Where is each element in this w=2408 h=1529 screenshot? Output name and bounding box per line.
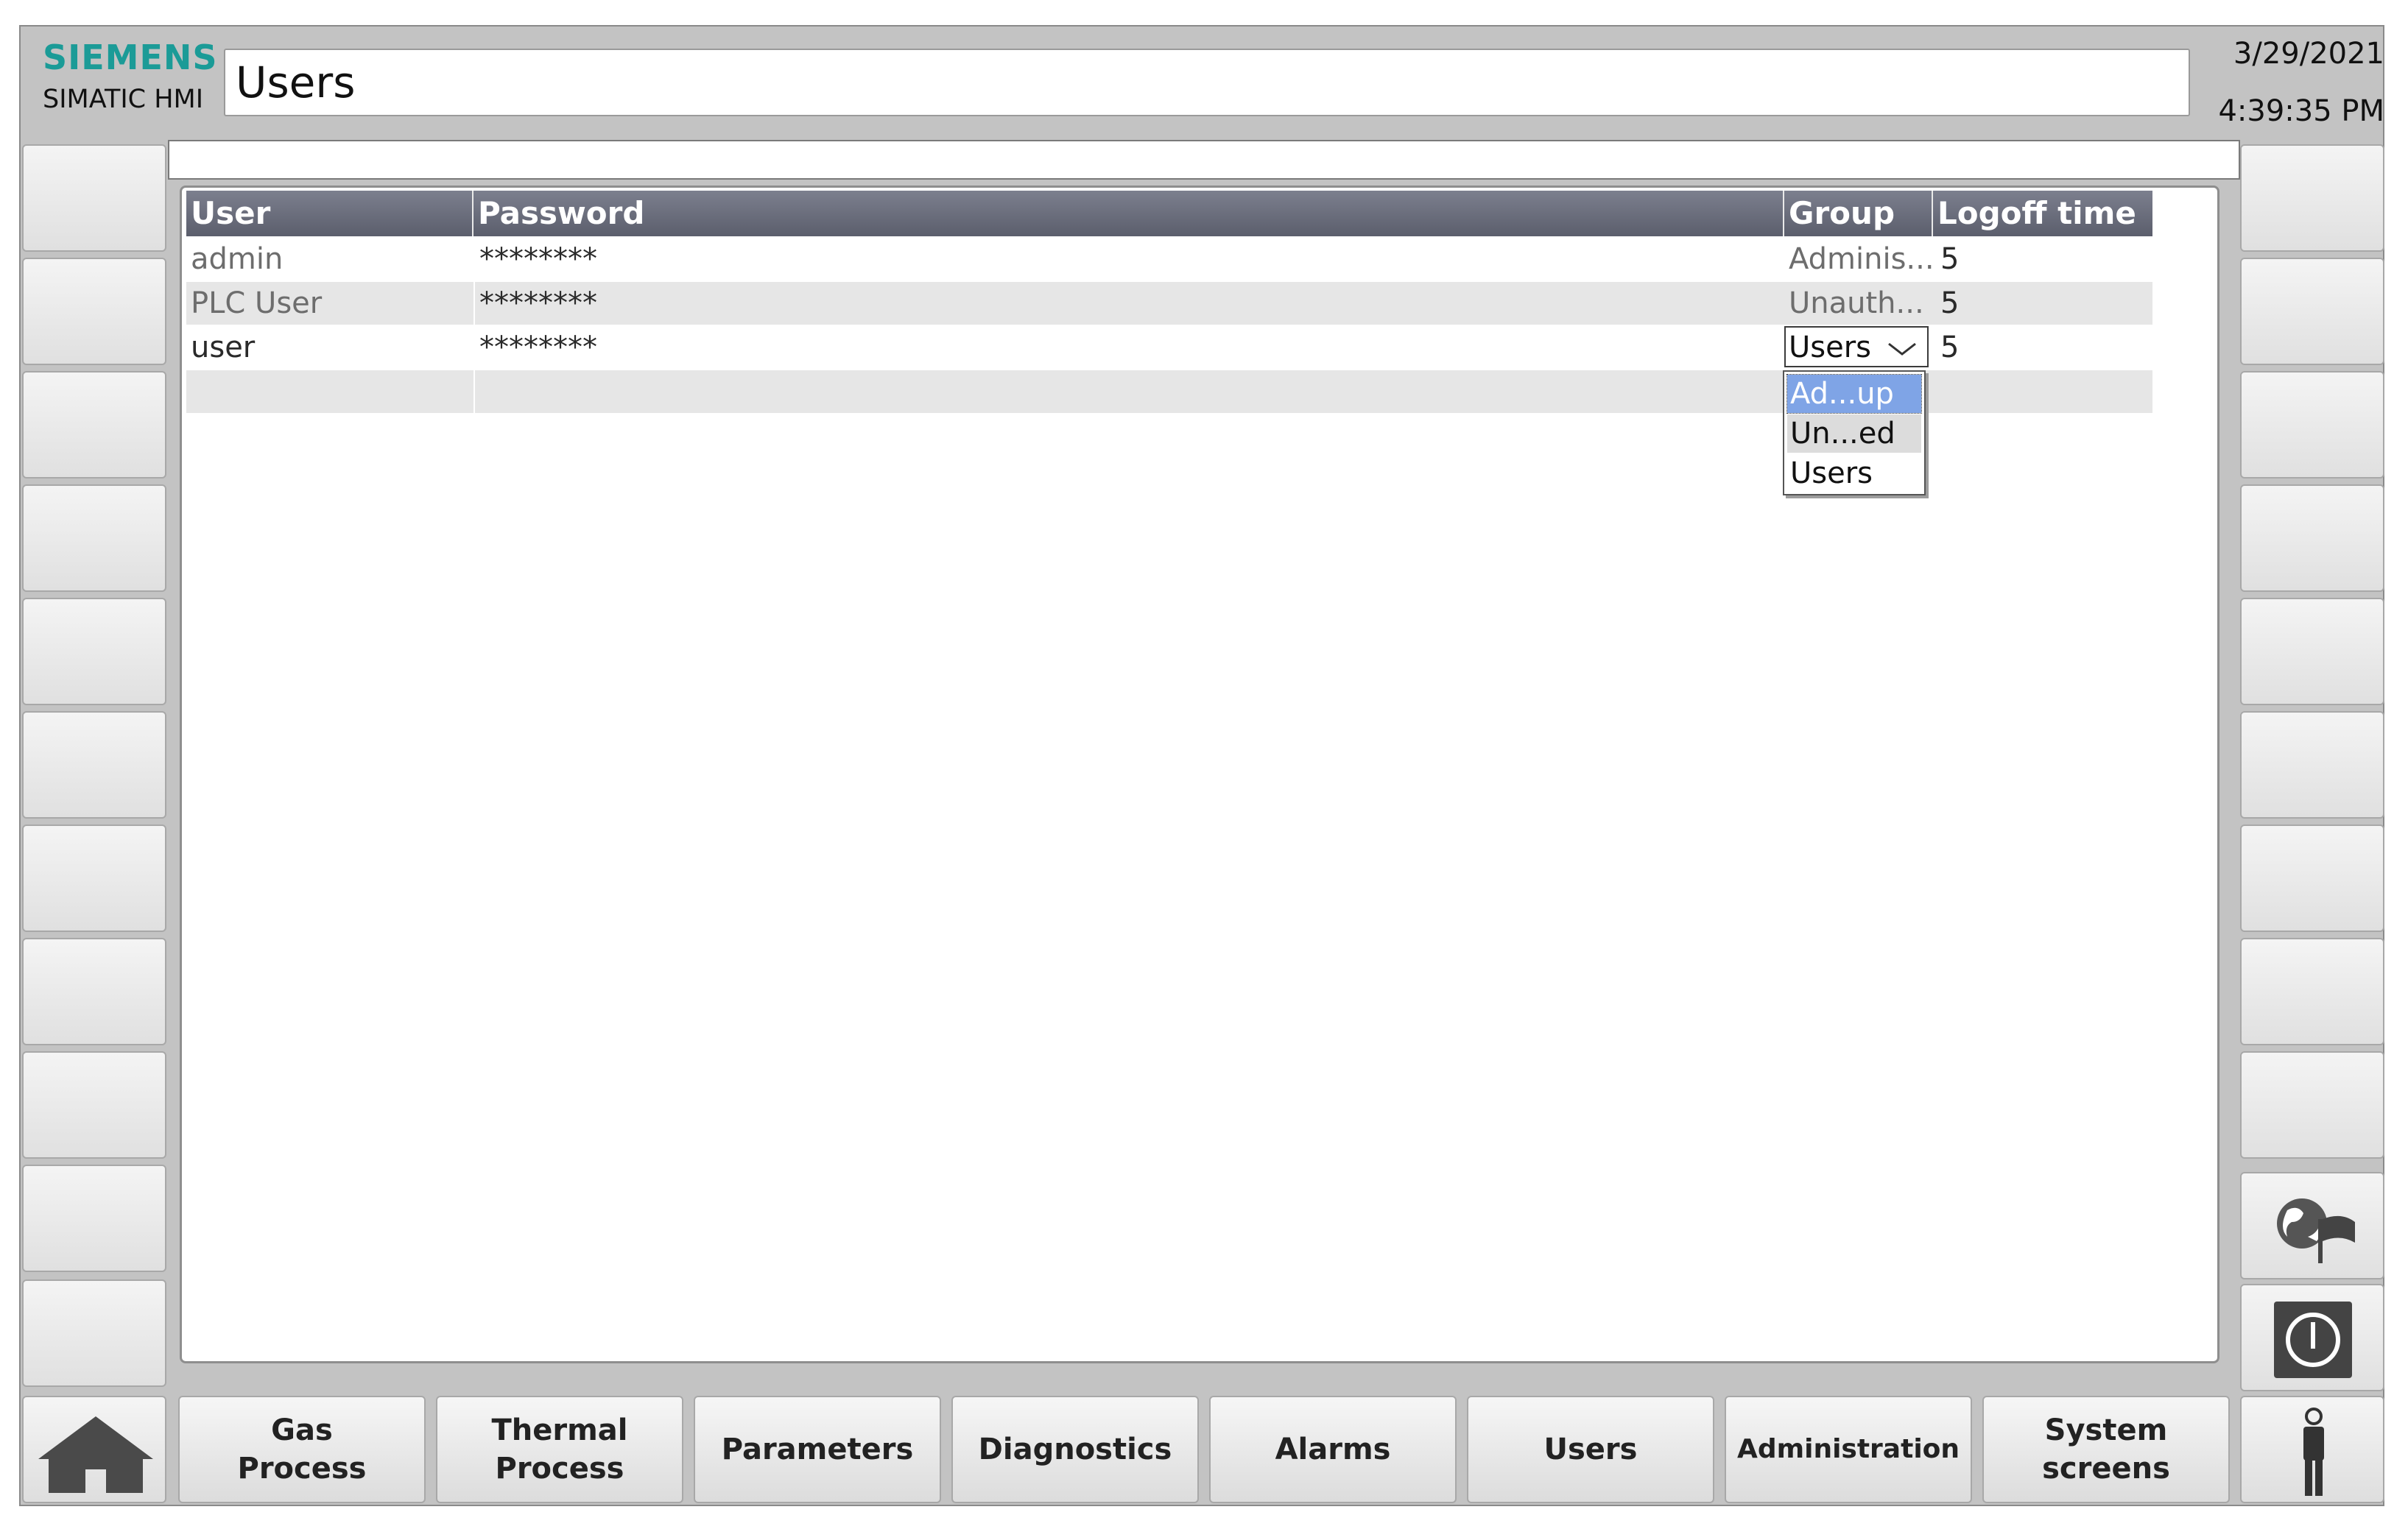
- cell-logoff-time[interactable]: 5: [1936, 238, 2152, 280]
- function-key-f3[interactable]: [22, 371, 166, 479]
- table-row[interactable]: PLC User ******** Unauth... 5: [186, 282, 2152, 325]
- group-dropdown-value: Users: [1789, 331, 1872, 364]
- cell-user[interactable]: PLC User: [186, 282, 473, 325]
- function-key-f5[interactable]: [22, 598, 166, 705]
- user-view: User Password Group Logoff time admin **…: [180, 186, 2219, 1363]
- function-key-r1[interactable]: [2240, 144, 2384, 252]
- cell-password[interactable]: ********: [473, 326, 1784, 369]
- nav-system-screens-button[interactable]: System screens: [1982, 1396, 2230, 1503]
- home-button[interactable]: [22, 1396, 166, 1503]
- nav-button-label: Administration: [1736, 1434, 1960, 1464]
- function-key-r8[interactable]: [2240, 938, 2384, 1045]
- nav-button-label: Diagnostics: [978, 1433, 1172, 1466]
- function-key-f8[interactable]: [22, 938, 166, 1045]
- table-row[interactable]: user ******** Users 5: [186, 326, 2152, 369]
- function-key-f2[interactable]: [22, 258, 166, 365]
- function-key-r9[interactable]: [2240, 1051, 2384, 1159]
- function-key-f9[interactable]: [22, 1051, 166, 1159]
- group-dropdown[interactable]: Users: [1784, 326, 1929, 367]
- column-user[interactable]: User: [186, 191, 473, 236]
- screen-title: Users: [224, 49, 2190, 116]
- globe-flag-icon: [2277, 1198, 2355, 1263]
- table-header: User Password Group Logoff time: [186, 191, 2152, 236]
- person-icon: [2303, 1408, 2324, 1496]
- cell-password[interactable]: ********: [473, 238, 1784, 280]
- cell-logoff-time[interactable]: 5: [1936, 326, 2152, 369]
- function-key-f11[interactable]: [22, 1279, 166, 1387]
- nav-administration-button[interactable]: Administration: [1725, 1396, 1972, 1503]
- language-button[interactable]: [2240, 1172, 2384, 1279]
- brand-block: SIEMENS SIMATIC HMI: [43, 37, 219, 118]
- dropdown-option[interactable]: Un...ed: [1787, 414, 1921, 453]
- function-key-f4[interactable]: [22, 484, 166, 592]
- user-logon-button[interactable]: [2240, 1396, 2384, 1503]
- cell-password[interactable]: ********: [473, 282, 1784, 325]
- table-row[interactable]: admin ******** Adminis... 5: [186, 238, 2152, 280]
- chevron-down-icon: [1888, 342, 1916, 356]
- function-key-r6[interactable]: [2240, 711, 2384, 819]
- cell-group[interactable]: Adminis...: [1784, 238, 1932, 280]
- dropdown-option[interactable]: Ad...up: [1786, 374, 1922, 414]
- nav-button-label: Parameters: [721, 1433, 914, 1466]
- column-group[interactable]: Group: [1784, 191, 1933, 236]
- siemens-logo: SIEMENS: [43, 38, 218, 77]
- cell-logoff-time[interactable]: 5: [1936, 282, 2152, 325]
- function-key-r5[interactable]: [2240, 598, 2384, 705]
- nav-button-label: Thermal Process: [491, 1413, 628, 1486]
- power-icon: [2274, 1302, 2352, 1378]
- column-logoff-time[interactable]: Logoff time: [1933, 191, 2152, 236]
- nav-button-label: Alarms: [1275, 1433, 1391, 1466]
- nav-gas-process-button[interactable]: Gas Process: [178, 1396, 426, 1503]
- cell-user[interactable]: user: [186, 326, 473, 369]
- cell-user[interactable]: admin: [186, 238, 473, 280]
- nav-users-button[interactable]: Users: [1467, 1396, 1714, 1503]
- function-key-f6[interactable]: [22, 711, 166, 819]
- nav-button-label: Gas Process: [237, 1413, 367, 1486]
- function-key-r7[interactable]: [2240, 824, 2384, 932]
- cell-user[interactable]: [186, 370, 473, 413]
- function-key-r2[interactable]: [2240, 258, 2384, 365]
- function-key-r4[interactable]: [2240, 484, 2384, 592]
- nav-alarms-button[interactable]: Alarms: [1209, 1396, 1457, 1503]
- function-key-f1[interactable]: [22, 144, 166, 252]
- cell-group[interactable]: Unauth...: [1784, 282, 1932, 325]
- cell-password[interactable]: [473, 370, 1784, 413]
- power-button[interactable]: [2240, 1284, 2384, 1391]
- function-key-f7[interactable]: [22, 824, 166, 932]
- date-display: 3/29/2021: [2233, 37, 2384, 71]
- nav-thermal-process-button[interactable]: Thermal Process: [436, 1396, 683, 1503]
- product-name: SIMATIC HMI: [43, 85, 204, 114]
- column-password[interactable]: Password: [473, 191, 1784, 236]
- nav-diagnostics-button[interactable]: Diagnostics: [951, 1396, 1199, 1503]
- nav-button-label: Users: [1543, 1433, 1638, 1466]
- message-line: [168, 140, 2240, 180]
- function-key-r3[interactable]: [2240, 371, 2384, 479]
- nav-button-label: System screens: [2042, 1413, 2170, 1486]
- nav-parameters-button[interactable]: Parameters: [694, 1396, 941, 1503]
- home-icon: [38, 1416, 153, 1493]
- function-key-f10[interactable]: [22, 1165, 166, 1272]
- group-dropdown-list: Ad...up Un...ed Users: [1783, 370, 1926, 495]
- time-display: 4:39:35 PM: [2218, 94, 2384, 128]
- dropdown-option[interactable]: Users: [1787, 454, 1921, 492]
